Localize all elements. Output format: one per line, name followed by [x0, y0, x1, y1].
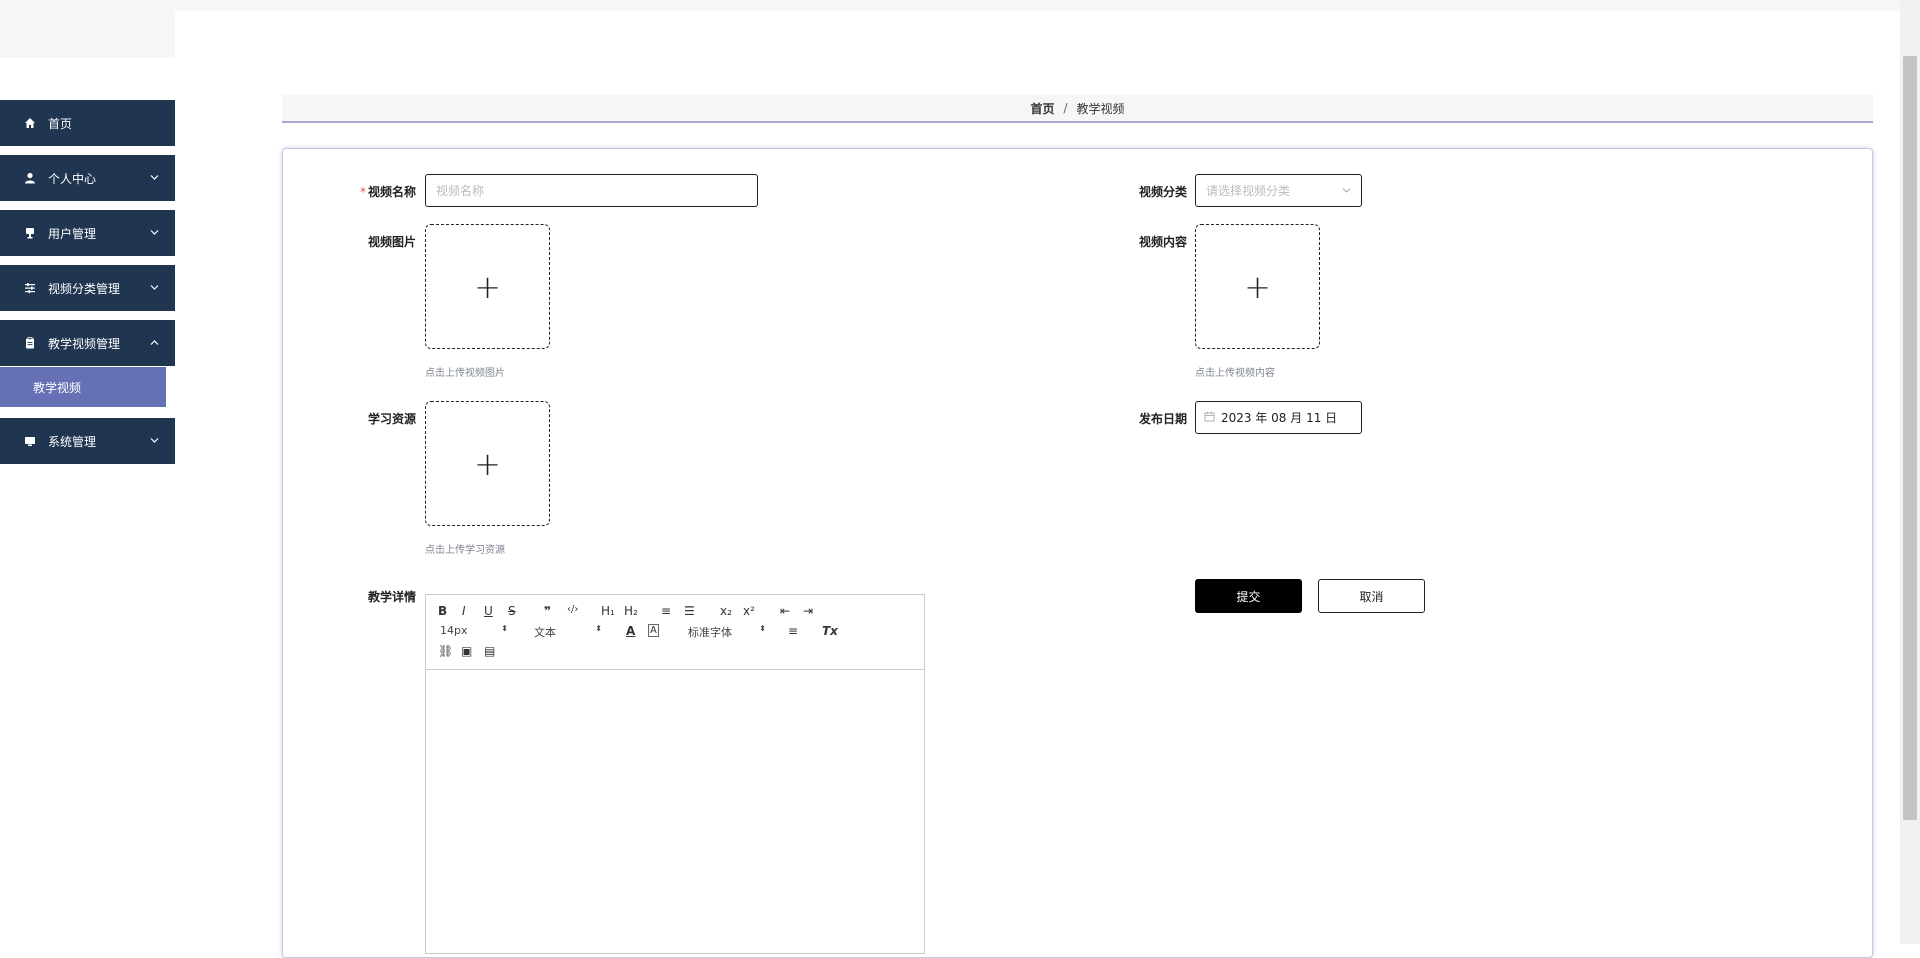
sidebar-item-personal-center[interactable]: 个人中心 — [0, 155, 175, 201]
required-mark: * — [359, 185, 366, 199]
editor-content-area[interactable] — [426, 669, 924, 953]
sidebar-item-label: 首页 — [48, 116, 73, 131]
editor-toolbar: B I U S ❞ ‹/› H₁ H₂ ≡ ☰ x₂ x² ⇤ ⇥ 14px ⬍ … — [426, 595, 924, 670]
chevron-up-icon — [150, 338, 159, 349]
video-name-input[interactable] — [425, 174, 758, 207]
sliders-icon — [24, 282, 44, 294]
teaching-detail-label: 教学详情 — [367, 590, 416, 604]
video-image-hint: 点击上传视频图片 — [425, 368, 505, 379]
code-block-button[interactable]: ‹/› — [567, 604, 578, 615]
text-color-button[interactable]: A — [626, 624, 635, 638]
sidebar-item-label: 用户管理 — [48, 226, 97, 241]
chevron-updown-icon: ⬍ — [595, 624, 602, 633]
sidebar-item-label: 视频分类管理 — [48, 281, 121, 296]
video-content-hint: 点击上传视频内容 — [1195, 368, 1275, 379]
sidebar-subitem-teaching-video[interactable]: 教学视频 — [0, 367, 166, 407]
subscript-button[interactable]: x₂ — [720, 604, 732, 618]
clean-format-button[interactable]: Tx — [822, 624, 838, 638]
publish-date-value: 2023 年 08 月 11 日 — [1221, 411, 1338, 425]
chevron-down-icon — [150, 228, 159, 239]
sidebar-item-label: 教学视频管理 — [48, 336, 121, 351]
rich-text-editor: B I U S ❞ ‹/› H₁ H₂ ≡ ☰ x₂ x² ⇤ ⇥ 14px ⬍ … — [425, 594, 925, 954]
sidebar-item-system-management[interactable]: 系统管理 — [0, 418, 175, 464]
sidebar-item-user-management[interactable]: 用户管理 — [0, 210, 175, 256]
link-button[interactable]: ⛓ — [438, 644, 453, 658]
plus-icon: + — [474, 444, 501, 483]
video-button[interactable]: ▤ — [484, 644, 495, 658]
strike-button[interactable]: S — [508, 604, 516, 618]
indent-button[interactable]: ⇥ — [803, 604, 813, 618]
plus-icon: + — [474, 267, 501, 306]
video-category-label: 视频分类 — [1138, 185, 1187, 199]
sidebar-item-label: 个人中心 — [48, 171, 97, 186]
chevron-down-icon — [150, 436, 159, 447]
breadcrumb-separator: / — [1063, 101, 1068, 115]
chevron-down-icon — [150, 173, 159, 184]
chevron-down-icon — [1342, 185, 1351, 196]
clipboard-icon — [24, 337, 44, 349]
video-category-select[interactable]: 请选择视频分类 — [1195, 174, 1362, 207]
bullet-list-button[interactable]: ☰ — [684, 604, 695, 618]
monitor-icon — [24, 435, 44, 447]
sidebar-item-home[interactable]: 首页 — [0, 100, 175, 146]
header-2-button[interactable]: H₂ — [624, 604, 638, 618]
video-name-label: * 视频名称 — [359, 185, 416, 199]
page-scrollbar[interactable] — [1900, 0, 1920, 944]
video-image-upload[interactable]: + — [425, 224, 550, 349]
underline-button[interactable]: U — [484, 604, 493, 618]
font-size-select[interactable]: 14px ⬍ — [440, 624, 508, 637]
breadcrumb-current: 教学视频 — [1076, 101, 1125, 116]
learning-resource-label: 学习资源 — [367, 412, 416, 426]
header-1-button[interactable]: H₁ — [601, 604, 615, 618]
ordered-list-button[interactable]: ≡ — [661, 604, 671, 618]
learning-resource-hint: 点击上传学习资源 — [425, 545, 505, 556]
plus-icon: + — [1244, 267, 1271, 306]
user-icon — [24, 172, 44, 184]
video-image-label: 视频图片 — [367, 235, 416, 249]
sidebar-subitem-label: 教学视频 — [33, 380, 82, 395]
publish-date-label: 发布日期 — [1138, 412, 1187, 426]
publish-date-input[interactable]: 2023 年 08 月 11 日 — [1195, 401, 1362, 434]
scrollbar-thumb[interactable] — [1903, 56, 1917, 820]
home-icon — [24, 117, 44, 129]
outdent-button[interactable]: ⇤ — [780, 604, 790, 618]
sidebar-item-teaching-video-management[interactable]: 教学视频管理 — [0, 320, 175, 366]
chevron-down-icon — [150, 283, 159, 294]
calendar-icon — [1204, 411, 1215, 425]
submit-button[interactable]: 提交 — [1195, 579, 1302, 613]
font-family-select[interactable]: 标准字体 ⬍ — [688, 624, 766, 640]
sidebar-item-video-category[interactable]: 视频分类管理 — [0, 265, 175, 311]
header-select[interactable]: 文本 ⬍ — [534, 624, 602, 640]
chevron-updown-icon: ⬍ — [759, 624, 766, 633]
background-color-button[interactable]: A — [648, 624, 659, 637]
italic-button[interactable]: I — [462, 604, 466, 618]
logo-area — [0, 11, 175, 58]
sidebar-item-label: 系统管理 — [48, 434, 97, 449]
top-strip — [0, 0, 1900, 11]
video-content-label: 视频内容 — [1138, 235, 1187, 249]
superscript-button[interactable]: x² — [743, 604, 755, 618]
learning-resource-upload[interactable]: + — [425, 401, 550, 526]
align-button[interactable]: ≡ — [788, 624, 798, 638]
category-placeholder: 请选择视频分类 — [1206, 184, 1291, 198]
video-content-upload[interactable]: + — [1195, 224, 1320, 349]
image-button[interactable]: ▣ — [461, 644, 472, 658]
chevron-updown-icon: ⬍ — [501, 624, 508, 633]
users-icon — [24, 227, 44, 239]
breadcrumb: 首页 / 教学视频 — [282, 95, 1873, 123]
blockquote-button[interactable]: ❞ — [544, 604, 551, 618]
breadcrumb-home[interactable]: 首页 — [1030, 100, 1054, 117]
cancel-button[interactable]: 取消 — [1318, 579, 1425, 613]
bold-button[interactable]: B — [438, 604, 447, 618]
